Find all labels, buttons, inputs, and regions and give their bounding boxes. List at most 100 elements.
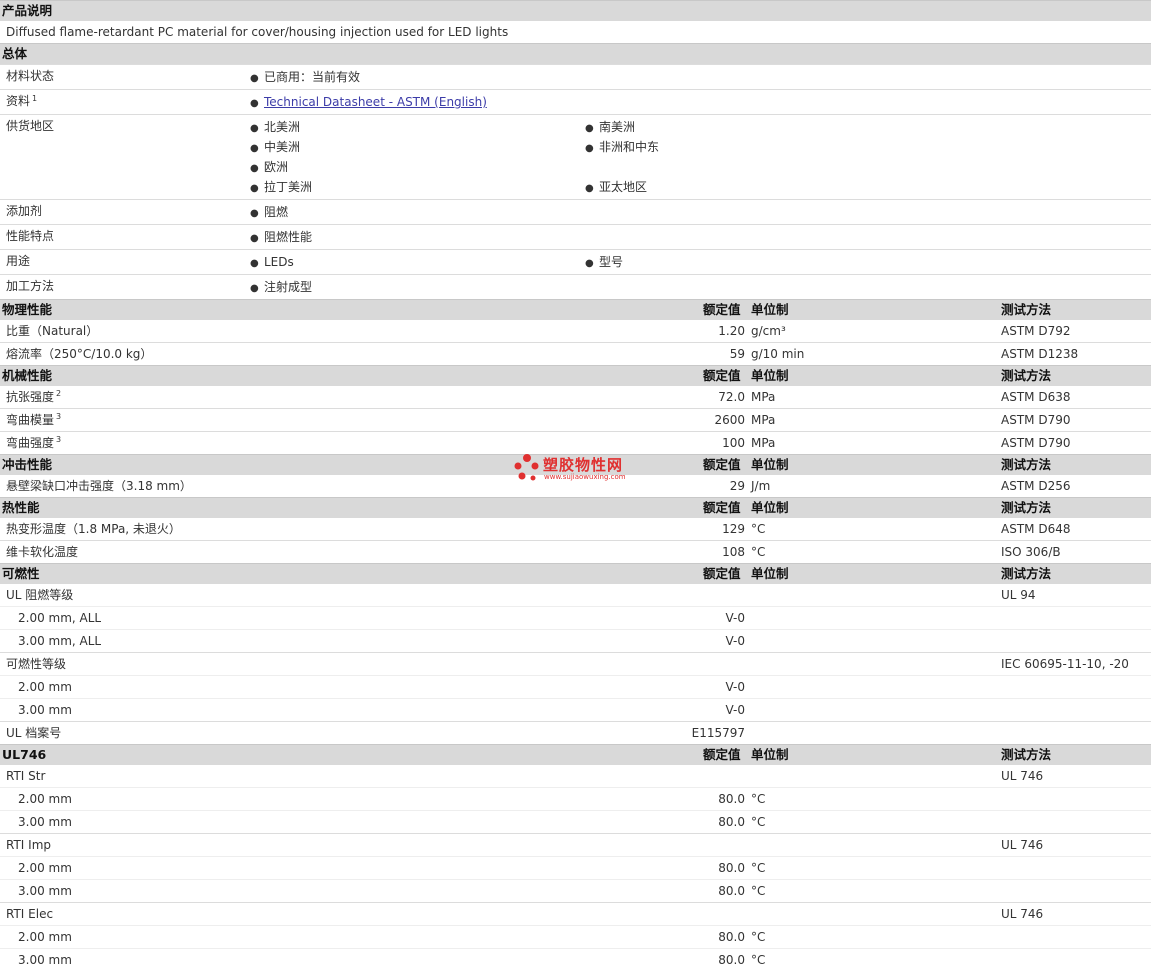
unit-column-header: 单位制 — [751, 747, 789, 762]
property-value: 80.0 — [718, 930, 745, 944]
property-sections: 物理性能 额定值 单位制 测试方法 比重（Natural） 1.20 g/cm³ ASTM D… — [0, 299, 1151, 971]
property-unit: MPa — [751, 390, 776, 404]
property-unit: °C — [751, 815, 766, 829]
property-label: 3.00 mm — [18, 815, 72, 829]
bullet-item: ● 阻燃 — [250, 202, 585, 222]
property-row: 2.00 mm 80.0 °C — [0, 925, 1151, 948]
bullet-icon: ● — [250, 143, 259, 154]
property-row: 3.00 mm, ALL V-0 — [0, 629, 1151, 652]
property-label: RTI Imp — [6, 838, 51, 852]
watermark-logo: 塑胶物性网 www.sujiaowuxing.com — [513, 452, 653, 484]
method-column-header: 测试方法 — [1001, 566, 1052, 581]
bullet-text: 北美洲 — [264, 120, 301, 134]
bullet-icon: ● — [250, 163, 259, 174]
value-column-header: 额定值 — [703, 747, 741, 762]
property-unit: J/m — [751, 479, 771, 493]
property-row: RTI Imp UL 746 — [0, 833, 1151, 856]
property-label: 2.00 mm — [18, 680, 72, 694]
general-header: 总体 — [0, 43, 1151, 64]
property-label: UL 档案号 — [6, 726, 62, 740]
property-row: 熔流率（250°C/10.0 kg） 59 g/10 min ASTM D1238 — [0, 342, 1151, 365]
value-column-header: 额定值 — [703, 302, 741, 317]
value-column-header: 额定值 — [703, 368, 741, 383]
property-label: UL 阻燃等级 — [6, 588, 74, 602]
property-label: 3.00 mm, ALL — [18, 634, 102, 648]
property-row: UL 档案号 E115797 — [0, 721, 1151, 744]
footnote-ref: 3 — [56, 412, 62, 421]
footnote-ref: 3 — [56, 435, 62, 444]
bullet-item: ● 拉丁美洲 — [250, 177, 585, 197]
section-header: 机械性能 额定值 单位制 测试方法 — [0, 365, 1151, 386]
property-value: 80.0 — [718, 861, 745, 875]
bullet-icon: ● — [585, 258, 594, 269]
test-method: ASTM D638 — [1001, 390, 1071, 404]
section-title: 可燃性 — [2, 566, 40, 581]
bullet-item: ● 注射成型 — [250, 277, 585, 297]
bullet-item — [585, 157, 920, 177]
property-row: 抗张强度 2 72.0 MPa ASTM D638 — [0, 386, 1151, 408]
property-unit: °C — [751, 930, 766, 944]
property-label: 2.00 mm — [18, 861, 72, 875]
bullet-icon: ● — [585, 143, 594, 154]
footnote-ref: 2 — [56, 389, 62, 398]
bullet-icon: ● — [250, 283, 259, 294]
test-method: ISO 306/B — [1001, 545, 1061, 559]
datasheet: 产品说明 Diffused flame-retardant PC materia… — [0, 0, 1151, 971]
section-title: 机械性能 — [2, 368, 53, 383]
property-value: V-0 — [725, 680, 745, 694]
property-label: 3.00 mm — [18, 953, 72, 967]
value-column-header: 额定值 — [703, 566, 741, 581]
property-value: V-0 — [725, 634, 745, 648]
method-column-header: 测试方法 — [1001, 457, 1052, 472]
bullet-text: 拉丁美洲 — [264, 180, 313, 194]
bullet-text: 注射成型 — [264, 280, 313, 294]
method-column-header: 测试方法 — [1001, 302, 1052, 317]
unit-column-header: 单位制 — [751, 368, 789, 383]
bullet-icon: ● — [250, 98, 259, 109]
property-row: 3.00 mm 80.0 °C — [0, 879, 1151, 902]
test-method: ASTM D1238 — [1001, 347, 1079, 361]
bullet-text: 阻燃 — [264, 205, 289, 219]
general-row-label: 加工方法 — [6, 279, 55, 293]
general-row: 材料状态 ● 已商用：当前有效 — [0, 64, 1151, 89]
watermark-url: www.sujiaowuxing.com — [544, 473, 626, 481]
bullet-item: ● 南美洲 — [585, 117, 920, 137]
property-value: 129 — [722, 522, 745, 536]
property-value: 100 — [722, 436, 745, 450]
property-value: 80.0 — [718, 884, 745, 898]
property-label: 2.00 mm, ALL — [18, 611, 102, 625]
property-value: 59 — [729, 347, 745, 361]
bullet-text: 非洲和中东 — [599, 140, 660, 154]
test-method: UL 746 — [1001, 907, 1044, 921]
bullet-icon: ● — [585, 123, 594, 134]
bullet-text: 已商用：当前有效 — [264, 70, 361, 84]
general-row: 供货地区 ● 北美洲 ● 南美洲 ● 中美洲 ● 非洲和中东 ● 欧洲 ● 拉丁美洲 ● 亚太地区 — [0, 114, 1151, 199]
bullet-item: ● 已商用：当前有效 — [250, 67, 585, 87]
product-description: Diffused flame-retardant PC material for… — [6, 25, 509, 39]
section-header: 可燃性 额定值 单位制 测试方法 — [0, 563, 1151, 584]
general-row-label: 供货地区 — [6, 119, 55, 133]
unit-column-header: 单位制 — [751, 457, 789, 472]
property-label: 弯曲强度 3 — [6, 435, 62, 450]
bullet-item: ● 北美洲 — [250, 117, 585, 137]
property-unit: °C — [751, 545, 766, 559]
unit-column-header: 单位制 — [751, 500, 789, 515]
test-method: IEC 60695-11-10, -20 — [1001, 657, 1129, 671]
property-unit: °C — [751, 792, 766, 806]
property-label: 熔流率（250°C/10.0 kg） — [6, 347, 153, 361]
test-method: ASTM D256 — [1001, 479, 1071, 493]
method-column-header: 测试方法 — [1001, 500, 1052, 515]
datasheet-link[interactable]: Technical Datasheet - ASTM (English) — [264, 95, 487, 109]
property-label: 弯曲模量 3 — [6, 412, 62, 427]
property-row: UL 阻燃等级 UL 94 — [0, 584, 1151, 606]
property-value: 2600 — [714, 413, 745, 427]
property-label: 抗张强度 2 — [6, 389, 62, 404]
general-row: 添加剂 ● 阻燃 — [0, 199, 1151, 224]
bullet-text: 欧洲 — [264, 160, 289, 174]
section-title: UL746 — [2, 747, 47, 762]
property-value: 80.0 — [718, 792, 745, 806]
test-method: UL 746 — [1001, 769, 1044, 783]
property-row: 弯曲强度 3 100 MPa ASTM D790 — [0, 431, 1151, 454]
property-value: 29 — [729, 479, 745, 493]
bullet-item[interactable]: ● Technical Datasheet - ASTM (English) — [250, 92, 585, 112]
